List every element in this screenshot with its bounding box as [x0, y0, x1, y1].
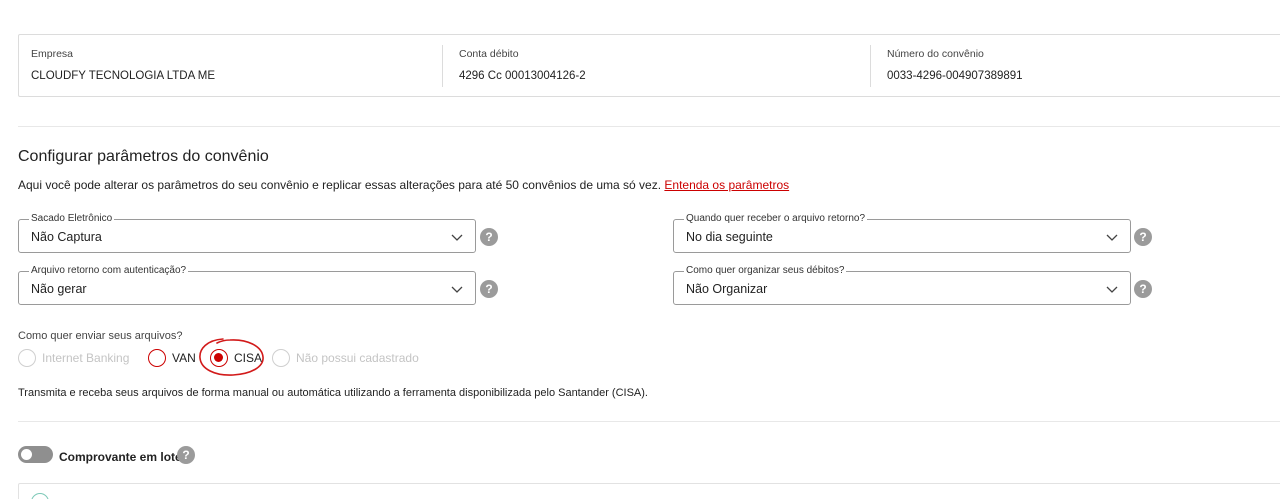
radio-nao-possui[interactable]: Não possui cadastrado [272, 348, 419, 368]
retorno-quando-select[interactable]: Quando quer receber o arquivo retorno? N… [673, 213, 1131, 253]
envio-note: Transmita e receba seus arquivos de form… [18, 387, 648, 399]
description-text: Aqui você pode alterar os parâmetros do … [18, 178, 662, 192]
divider [870, 45, 871, 87]
radio-circle [148, 349, 166, 367]
empresa-label: Empresa [31, 48, 74, 60]
sacado-eletronico-label: Sacado Eletrônico [29, 213, 115, 225]
autenticacao-value: Não gerar [31, 282, 87, 296]
chevron-down-icon [1106, 234, 1118, 241]
section-divider [18, 421, 1280, 422]
section-title: Configurar parâmetros do convênio [18, 148, 269, 165]
comprovante-lote-label: Comprovante em lote [59, 450, 182, 464]
radio-circle [18, 349, 36, 367]
account-info-card: Empresa CLOUDFY TECNOLOGIA LTDA ME Conta… [18, 34, 1280, 97]
autenticacao-select[interactable]: Arquivo retorno com autenticação? Não ge… [18, 265, 476, 305]
chevron-down-icon [451, 234, 463, 241]
retorno-quando-value: No dia seguinte [686, 230, 773, 244]
radio-label: Internet Banking [42, 351, 130, 365]
radio-label: VAN [172, 351, 196, 365]
convenio-value: 0033-4296-004907389891 [887, 70, 1023, 82]
status-circle-icon [31, 493, 49, 499]
divider [442, 45, 443, 87]
organizar-debitos-label: Como quer organizar seus débitos? [684, 265, 847, 277]
section-divider [18, 126, 1280, 127]
chevron-down-icon [451, 286, 463, 293]
radio-label: Não possui cadastrado [296, 351, 419, 365]
help-icon[interactable]: ? [177, 446, 195, 464]
chevron-down-icon [1106, 286, 1118, 293]
radio-internet-banking[interactable]: Internet Banking [18, 348, 129, 368]
radio-van[interactable]: VAN [148, 348, 196, 368]
section-description: Aqui você pode alterar os parâmetros do … [18, 178, 789, 192]
organizar-debitos-value: Não Organizar [686, 282, 768, 296]
conta-value: 4296 Cc 00013004126-2 [459, 70, 586, 82]
comprovante-lote-toggle[interactable] [18, 446, 53, 463]
help-icon[interactable]: ? [1134, 280, 1152, 298]
help-icon[interactable]: ? [480, 228, 498, 246]
autenticacao-label: Arquivo retorno com autenticação? [29, 265, 189, 277]
sacado-eletronico-select[interactable]: Sacado Eletrônico Não Captura [18, 213, 476, 253]
help-icon[interactable]: ? [480, 280, 498, 298]
conta-label: Conta débito [459, 48, 519, 60]
convenio-label: Número do convênio [887, 48, 984, 60]
entenda-parametros-link[interactable]: Entenda os parâmetros [664, 178, 789, 192]
bottom-card [18, 483, 1280, 499]
envio-question: Como quer enviar seus arquivos? [18, 330, 183, 342]
retorno-quando-label: Quando quer receber o arquivo retorno? [684, 213, 868, 225]
radio-circle [272, 349, 290, 367]
help-icon[interactable]: ? [1134, 228, 1152, 246]
sacado-eletronico-value: Não Captura [31, 230, 102, 244]
annotation-circle [199, 338, 264, 376]
empresa-value: CLOUDFY TECNOLOGIA LTDA ME [31, 70, 216, 82]
organizar-debitos-select[interactable]: Como quer organizar seus débitos? Não Or… [673, 265, 1131, 305]
